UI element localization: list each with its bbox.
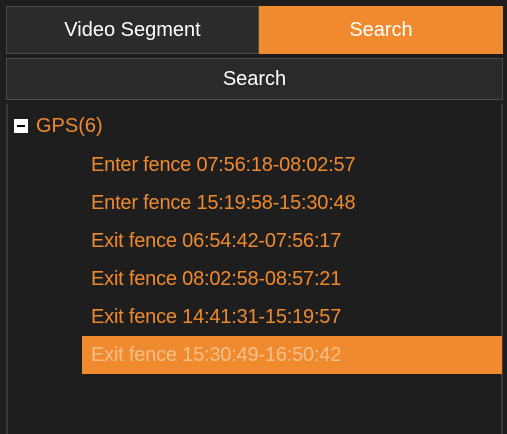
collapse-icon[interactable] (14, 119, 28, 133)
results-tree: GPS(6) Enter fence 07:56:18-08:02:57 Ent… (6, 104, 503, 434)
tab-video-segment[interactable]: Video Segment (6, 6, 259, 54)
search-button[interactable]: Search (6, 58, 503, 100)
tab-bar: Video Segment Search (6, 6, 503, 54)
tree-group-gps[interactable]: GPS(6) (14, 112, 103, 140)
tree-item[interactable]: Exit fence 14:41:31-15:19:57 (82, 298, 502, 336)
tree-group-label: GPS(6) (36, 114, 103, 137)
tree-item[interactable]: Enter fence 07:56:18-08:02:57 (82, 146, 502, 184)
tree-item[interactable]: Exit fence 08:02:58-08:57:21 (82, 260, 502, 298)
tree-item-selected[interactable]: Exit fence 15:30:49-16:50:42 (82, 336, 502, 374)
search-panel: Video Segment Search Search GPS(6) Enter… (0, 0, 507, 434)
tree-items: Enter fence 07:56:18-08:02:57 Enter fenc… (82, 146, 502, 374)
tab-search[interactable]: Search (259, 6, 503, 54)
tree-item[interactable]: Enter fence 15:19:58-15:30:48 (82, 184, 502, 222)
tree-item[interactable]: Exit fence 06:54:42-07:56:17 (82, 222, 502, 260)
